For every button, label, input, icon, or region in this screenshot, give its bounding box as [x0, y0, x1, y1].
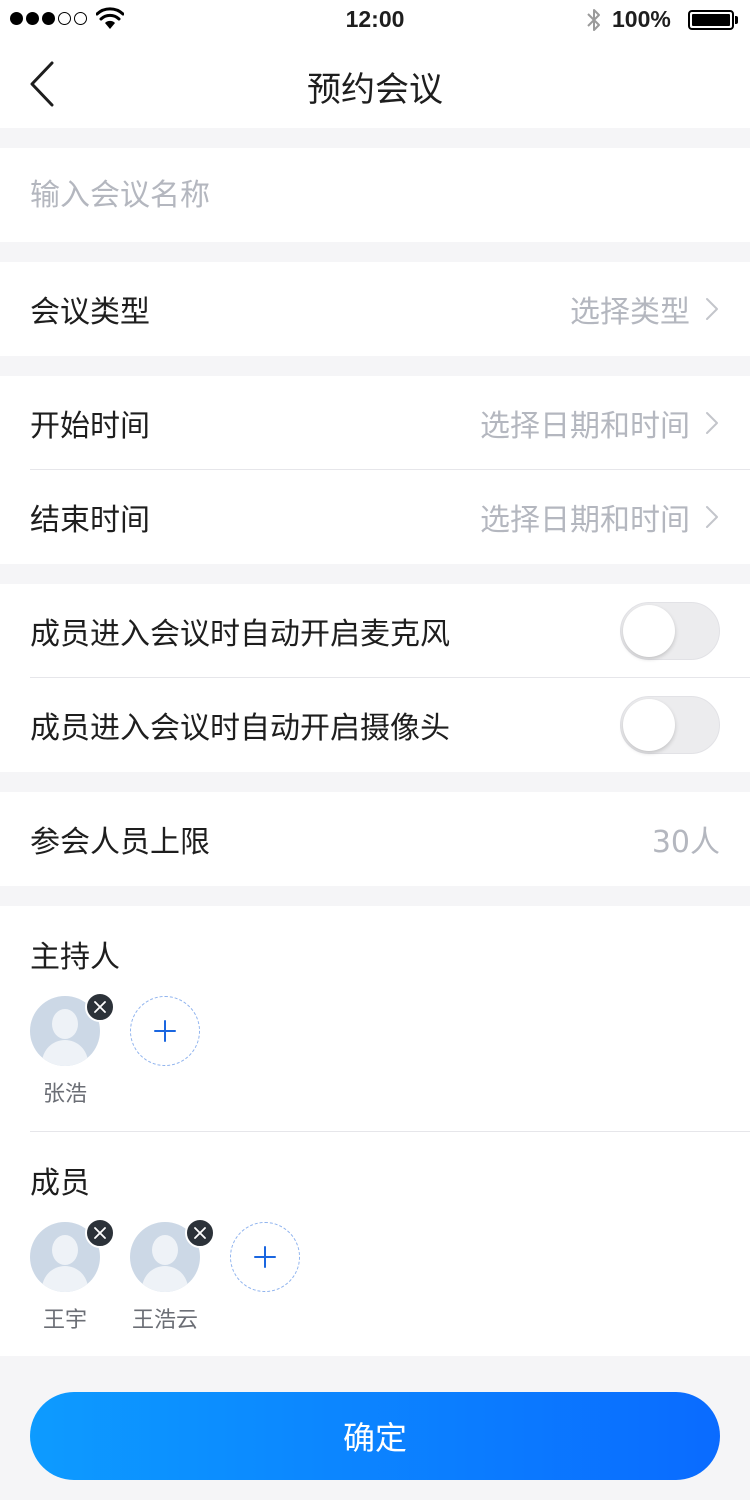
- nav-bar: 预约会议: [0, 40, 750, 128]
- auto-mic-row: 成员进入会议时自动开启麦克风: [0, 584, 750, 678]
- auto-camera-row: 成员进入会议时自动开启摄像头: [0, 678, 750, 772]
- members-block: 成员 王宇 王浩云: [0, 1132, 750, 1334]
- start-time-row[interactable]: 开始时间 选择日期和时间: [0, 376, 750, 470]
- end-time-row[interactable]: 结束时间 选择日期和时间: [0, 470, 750, 564]
- page-title: 预约会议: [307, 70, 443, 110]
- meeting-type-value: 选择类型: [570, 295, 690, 330]
- close-icon: [94, 1227, 106, 1239]
- auto-settings-section: 成员进入会议时自动开启麦克风 成员进入会议时自动开启摄像头: [0, 584, 750, 772]
- meeting-type-section: 会议类型 选择类型: [0, 262, 750, 356]
- chevron-right-icon: [706, 506, 718, 528]
- participant-limit-row[interactable]: 参会人员上限 30人: [0, 792, 750, 886]
- meeting-type-row[interactable]: 会议类型 选择类型: [0, 262, 750, 356]
- participant-limit-label: 参会人员上限: [30, 825, 210, 860]
- remove-member-button[interactable]: [185, 1218, 215, 1248]
- member-name: 王宇: [42, 1308, 87, 1333]
- close-icon: [94, 1001, 106, 1013]
- start-time-label: 开始时间: [30, 409, 150, 444]
- meeting-name-row: [0, 148, 750, 242]
- members-title: 成员: [30, 1166, 90, 1201]
- end-time-label: 结束时间: [30, 503, 150, 538]
- end-time-value: 选择日期和时间: [480, 503, 690, 538]
- battery-percentage: 100%: [612, 6, 671, 32]
- member-item: 王浩云: [130, 1218, 215, 1334]
- hosts-block: 主持人 张浩: [0, 906, 750, 1132]
- member-name: 王浩云: [131, 1308, 198, 1333]
- auto-camera-toggle[interactable]: [620, 696, 720, 754]
- close-icon: [194, 1227, 206, 1239]
- remove-member-button[interactable]: [85, 1218, 115, 1248]
- chevron-right-icon: [706, 298, 718, 320]
- bluetooth-icon: [587, 9, 600, 31]
- hosts-list: 张浩: [30, 992, 720, 1108]
- chevron-right-icon: [706, 412, 718, 434]
- host-name: 张浩: [42, 1082, 87, 1107]
- battery-icon: [688, 10, 738, 30]
- hosts-title: 主持人: [30, 940, 120, 975]
- confirm-button[interactable]: 确定: [30, 1392, 720, 1480]
- plus-icon: [254, 1246, 276, 1268]
- meeting-name-input[interactable]: [30, 177, 720, 213]
- auto-mic-toggle[interactable]: [620, 602, 720, 660]
- remove-host-button[interactable]: [85, 992, 115, 1022]
- add-member-button[interactable]: [230, 1222, 300, 1292]
- start-time-value: 选择日期和时间: [480, 409, 690, 444]
- member-item: 王宇: [30, 1218, 115, 1334]
- meeting-name-section: [0, 148, 750, 242]
- members-list: 王宇 王浩云: [30, 1218, 720, 1334]
- host-item: 张浩: [30, 992, 115, 1108]
- plus-icon: [154, 1020, 176, 1042]
- add-host-button[interactable]: [130, 996, 200, 1066]
- auto-camera-label: 成员进入会议时自动开启摄像头: [30, 711, 450, 746]
- status-bar: 12:00 100%: [0, 0, 750, 40]
- participants-section: 主持人 张浩 成员 王宇 王浩云: [0, 906, 750, 1356]
- time-section: 开始时间 选择日期和时间 结束时间 选择日期和时间: [0, 376, 750, 564]
- participant-limit-section: 参会人员上限 30人: [0, 792, 750, 886]
- meeting-type-label: 会议类型: [30, 295, 150, 330]
- participant-limit-value: 30人: [651, 825, 720, 860]
- auto-mic-label: 成员进入会议时自动开启麦克风: [30, 617, 450, 652]
